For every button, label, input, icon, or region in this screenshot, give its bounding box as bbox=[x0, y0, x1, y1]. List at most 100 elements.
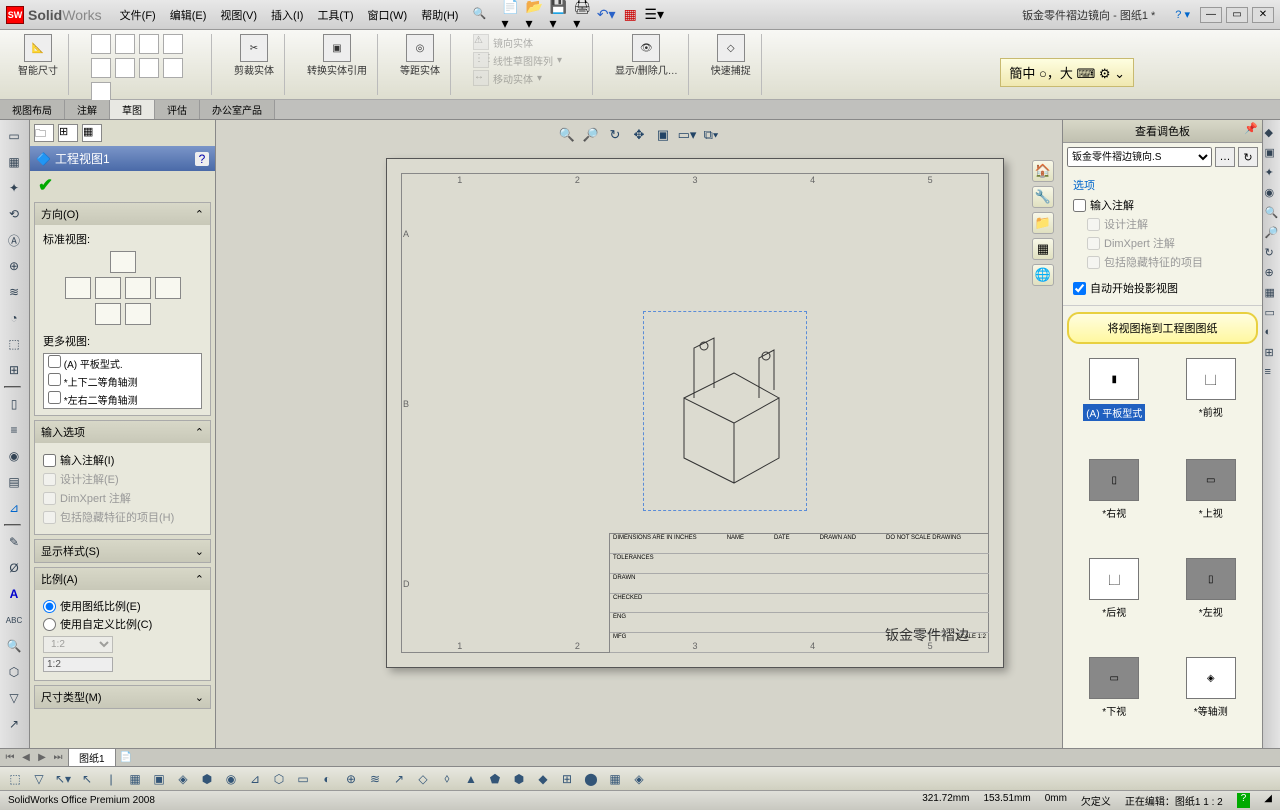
sheet-nav-prev[interactable]: ◀ bbox=[20, 752, 32, 763]
tool-icon[interactable]: ▲ bbox=[462, 770, 480, 788]
tool-icon[interactable]: ▯ bbox=[4, 394, 24, 414]
use-custom-scale-radio[interactable] bbox=[43, 618, 56, 631]
menu-window[interactable]: 窗口(W) bbox=[361, 4, 413, 26]
drawing-view-box[interactable] bbox=[643, 311, 807, 511]
tool-icon[interactable]: ⊕ bbox=[342, 770, 360, 788]
tool-icon[interactable]: ⬡ bbox=[270, 770, 288, 788]
tool-icon[interactable]: 🔎 bbox=[1265, 226, 1279, 240]
display-icon[interactable]: ⧉▾ bbox=[702, 126, 720, 144]
tool-icon[interactable]: ◉ bbox=[222, 770, 240, 788]
add-sheet-icon[interactable]: 📄 bbox=[120, 752, 132, 763]
use-sheet-scale-radio[interactable] bbox=[43, 600, 56, 613]
tab-layout[interactable]: 视图布局 bbox=[0, 100, 65, 119]
menu-search-icon[interactable]: 🔍 bbox=[466, 4, 492, 26]
tree-tab-icon[interactable]: ⊞ bbox=[58, 124, 78, 142]
tool-icon[interactable]: ⊕ bbox=[4, 256, 24, 276]
tool-icon[interactable]: ◔ bbox=[4, 308, 24, 328]
auto-projection-check[interactable] bbox=[1073, 282, 1086, 295]
tool-icon[interactable]: ◐ bbox=[1265, 326, 1279, 340]
tree-tab-icon[interactable]: ▦ bbox=[82, 124, 102, 142]
save-icon[interactable]: 💾▾ bbox=[550, 7, 566, 23]
tab-evaluate[interactable]: 评估 bbox=[155, 100, 200, 119]
sheet-nav-last[interactable]: ⏭ bbox=[52, 752, 64, 763]
restore-button[interactable]: ▭ bbox=[1226, 7, 1248, 23]
tool-icon[interactable]: ↖▾ bbox=[54, 770, 72, 788]
tool-icon[interactable]: ⬨ bbox=[438, 770, 456, 788]
undo-icon[interactable]: ↶▾ bbox=[598, 7, 614, 23]
tool-icon[interactable]: ✎ bbox=[4, 532, 24, 552]
tool-icon[interactable]: ⊞ bbox=[4, 360, 24, 380]
tool-icon[interactable]: 🔧 bbox=[1032, 186, 1054, 208]
tool-icon[interactable]: ▦ bbox=[4, 152, 24, 172]
grid-icon[interactable]: ▦ bbox=[1032, 238, 1054, 260]
tool-icon[interactable]: ◆ bbox=[1265, 126, 1279, 140]
zoom-area-icon[interactable]: 🔎 bbox=[582, 126, 600, 144]
ime-bar[interactable]: 簡中 ○，大 ⌨ ⚙ ⌄ bbox=[1000, 58, 1134, 87]
tool-icon[interactable]: ▣ bbox=[150, 770, 168, 788]
tool-icon[interactable]: ◈ bbox=[174, 770, 192, 788]
3d-icon[interactable]: ▣ bbox=[654, 126, 672, 144]
tool-icon[interactable]: ⊿ bbox=[246, 770, 264, 788]
palette-view-bottom[interactable]: ▭*下视 bbox=[1089, 657, 1139, 740]
tool-icon[interactable]: ◐ bbox=[318, 770, 336, 788]
section-icon[interactable]: ▭▾ bbox=[678, 126, 696, 144]
pan-icon[interactable]: ✥ bbox=[630, 126, 648, 144]
zoom-fit-icon[interactable]: 🔍 bbox=[558, 126, 576, 144]
sheet-tab-1[interactable]: 图纸1 bbox=[68, 748, 116, 767]
menu-tools[interactable]: 工具(T) bbox=[311, 4, 359, 26]
tab-office[interactable]: 办公室产品 bbox=[200, 100, 275, 119]
status-help-icon[interactable]: ? bbox=[1237, 793, 1251, 808]
tool-icon[interactable]: 🔍 bbox=[1265, 206, 1279, 220]
section-display-style[interactable]: 显示样式(S)⌄ bbox=[35, 540, 210, 562]
tool-icon[interactable]: ⬡ bbox=[4, 662, 24, 682]
convert-button[interactable]: ▣转换实体引用 bbox=[307, 34, 367, 77]
tool-icon[interactable]: ◆ bbox=[534, 770, 552, 788]
menu-insert[interactable]: 插入(I) bbox=[265, 4, 309, 26]
tool-icon[interactable]: ◈ bbox=[630, 770, 648, 788]
palette-doc-select[interactable]: 钣金零件褶边镜向.S bbox=[1067, 147, 1212, 167]
show-hide-button[interactable]: 👁显示/删除几… bbox=[615, 34, 678, 77]
new-icon[interactable]: 📄▾ bbox=[502, 7, 518, 23]
tool-icon[interactable]: ≡ bbox=[4, 420, 24, 440]
tool-icon[interactable]: ✦ bbox=[4, 178, 24, 198]
tool-icon[interactable]: ▤ bbox=[4, 472, 24, 492]
tool-icon[interactable]: A bbox=[4, 584, 24, 604]
tool-icon[interactable]: ▣ bbox=[1265, 146, 1279, 160]
folder-icon[interactable]: 📁 bbox=[1032, 212, 1054, 234]
view-left-icon[interactable] bbox=[125, 277, 151, 299]
print-icon[interactable]: 🖨▾ bbox=[574, 7, 590, 23]
section-orientation[interactable]: 方向(O)⌃ bbox=[35, 203, 210, 225]
tool-icon[interactable]: ◉ bbox=[1265, 186, 1279, 200]
tree-tab-icon[interactable]: 🗀 bbox=[34, 124, 54, 142]
tool-icon[interactable]: ⊞ bbox=[558, 770, 576, 788]
view-iso-icon[interactable] bbox=[110, 251, 136, 273]
pin-icon[interactable]: 📌 bbox=[1244, 122, 1258, 135]
offset-button[interactable]: ◎等距实体 bbox=[400, 34, 440, 77]
tool-icon[interactable]: ▽ bbox=[30, 770, 48, 788]
home-icon[interactable]: 🏠 bbox=[1032, 160, 1054, 182]
palette-view-iso[interactable]: ◈*等轴测 bbox=[1186, 657, 1236, 740]
trim-button[interactable]: ✂剪裁实体 bbox=[234, 34, 274, 77]
tool-icon[interactable]: ✦ bbox=[1265, 166, 1279, 180]
rebuild-icon[interactable]: ▦ bbox=[622, 7, 638, 23]
tool-icon[interactable]: ABC bbox=[4, 610, 24, 630]
menu-view[interactable]: 视图(V) bbox=[214, 4, 263, 26]
tool-icon[interactable]: ⬢ bbox=[510, 770, 528, 788]
menu-edit[interactable]: 编辑(E) bbox=[164, 4, 213, 26]
palette-view-right[interactable]: ▯*右视 bbox=[1089, 459, 1139, 542]
open-icon[interactable]: 📂▾ bbox=[526, 7, 542, 23]
view-top-icon[interactable] bbox=[95, 303, 121, 325]
smart-dimension-button[interactable]: 📐智能尺寸 bbox=[18, 34, 58, 77]
options-icon[interactable]: ☰▾ bbox=[646, 7, 662, 23]
tool-icon[interactable]: ▦ bbox=[126, 770, 144, 788]
section-scale[interactable]: 比例(A)⌃ bbox=[35, 568, 210, 590]
tab-annotation[interactable]: 注解 bbox=[65, 100, 110, 119]
help-icon[interactable]: ? ▾ bbox=[1175, 8, 1190, 21]
tool-icon[interactable]: ↻ bbox=[1265, 246, 1279, 260]
view-list[interactable]: (A) 平板型式. *上下二等角轴测 *左右二等角轴测 bbox=[43, 353, 202, 409]
palette-view-front[interactable]: ⎿⏌*前视 bbox=[1186, 358, 1236, 443]
tool-icon[interactable]: ◇ bbox=[414, 770, 432, 788]
tool-icon[interactable]: ▭ bbox=[1265, 306, 1279, 320]
refresh-button[interactable]: ↻ bbox=[1238, 147, 1258, 167]
tool-icon[interactable]: ▽ bbox=[4, 688, 24, 708]
